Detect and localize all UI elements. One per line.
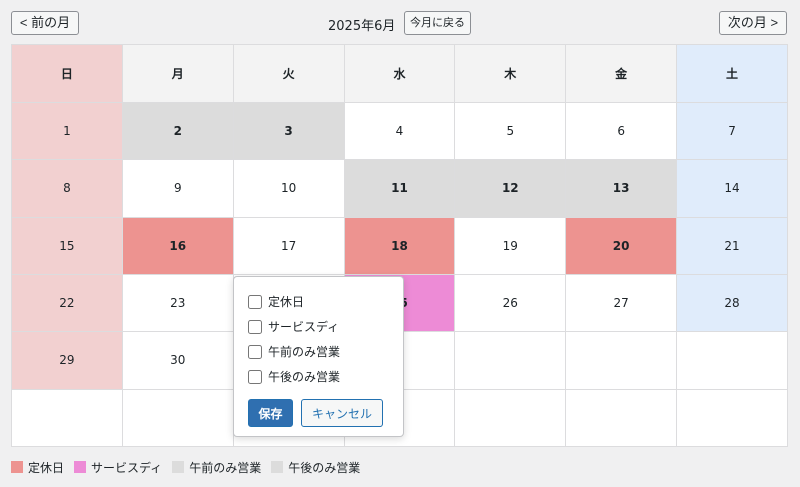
calendar-day-cell[interactable]: 8: [11, 159, 123, 218]
legend-label-closed: 定休日: [28, 460, 65, 475]
legend-label-service-day: サービスディ: [91, 460, 163, 475]
weekday-header-tue: 火: [232, 44, 345, 103]
calendar-toolbar: < 前の月 2025年6月 今月に戻る 次の月 >: [0, 0, 800, 44]
calendar-day-cell[interactable]: 20: [565, 216, 678, 275]
option-service-day-checkbox[interactable]: [248, 319, 262, 334]
legend-swatch-closed: [11, 461, 23, 473]
weekday-header-fri: 金: [565, 44, 678, 103]
option-afternoon-only-label: 午後のみ営業: [268, 370, 341, 384]
option-morning-only-label: 午前のみ営業: [268, 345, 341, 359]
option-morning-only-checkbox[interactable]: [248, 344, 262, 359]
calendar-day-cell[interactable]: 11: [343, 159, 456, 218]
calendar-day-cell[interactable]: 28: [676, 273, 788, 333]
calendar-day-cell[interactable]: 14: [676, 159, 788, 218]
calendar-day-cell[interactable]: 23: [121, 273, 234, 333]
option-afternoon-only-checkbox[interactable]: [248, 369, 262, 384]
calendar-day-cell[interactable]: 26: [454, 273, 567, 333]
today-button[interactable]: 今月に戻る: [404, 11, 471, 35]
calendar-day-cell[interactable]: 16: [121, 216, 234, 275]
calendar-empty-cell: [565, 331, 678, 390]
calendar-day-cell[interactable]: 3: [232, 101, 345, 161]
calendar-day-cell[interactable]: 7: [676, 101, 788, 161]
calendar-empty-cell: [454, 331, 567, 390]
calendar-week-row: 8 9 10 11 12 13 14: [11, 159, 788, 218]
calendar-day-cell[interactable]: 15: [11, 216, 123, 275]
calendar-day-cell[interactable]: 29: [11, 331, 123, 390]
cancel-button[interactable]: キャンセル: [301, 399, 383, 427]
weekday-header-thu: 木: [454, 44, 567, 103]
calendar-day-cell[interactable]: 10: [232, 159, 345, 218]
calendar-day-cell[interactable]: 12: [454, 159, 567, 218]
month-title: 2025年6月: [328, 19, 396, 34]
calendar-day-cell[interactable]: 5: [454, 101, 567, 161]
calendar-day-cell[interactable]: 4: [343, 101, 456, 161]
calendar-day-cell[interactable]: 2: [121, 101, 234, 161]
calendar-day-cell[interactable]: 17: [232, 216, 345, 275]
weekday-header-mon: 月: [121, 44, 234, 103]
calendar-day-cell[interactable]: 27: [565, 273, 678, 333]
calendar-day-cell[interactable]: 30: [121, 331, 234, 390]
option-service-day-label: サービスディ: [268, 320, 340, 334]
legend-item-morning-only: 午前のみ営業: [172, 459, 261, 476]
day-status-popup: 定休日 サービスディ 午前のみ営業 午後のみ営業 保存 キャンセル: [233, 276, 404, 437]
legend: 定休日 サービスディ 午前のみ営業 午後のみ営業: [11, 457, 370, 477]
option-closed[interactable]: 定休日: [248, 289, 389, 314]
calendar-empty-cell: [454, 388, 567, 448]
legend-item-service-day: サービスディ: [74, 459, 162, 476]
calendar-day-cell[interactable]: 13: [565, 159, 678, 218]
option-closed-checkbox[interactable]: [248, 294, 262, 309]
calendar-day-cell[interactable]: 18: [343, 216, 456, 275]
calendar-empty-cell: [565, 388, 678, 448]
legend-swatch-morning-only: [172, 461, 185, 473]
option-closed-label: 定休日: [268, 295, 305, 309]
option-service-day[interactable]: サービスディ: [248, 314, 389, 339]
weekday-header-wed: 水: [343, 44, 456, 103]
calendar-empty-cell: [121, 388, 234, 448]
weekday-header-sun: 日: [11, 44, 123, 103]
legend-item-closed: 定休日: [11, 459, 64, 476]
calendar-week-row: 15 16 17 18 19 20 21: [11, 216, 788, 275]
legend-item-afternoon-only: 午後のみ営業: [271, 459, 360, 476]
legend-label-morning-only: 午前のみ営業: [189, 460, 262, 475]
legend-swatch-service-day: [74, 461, 87, 473]
prev-month-button[interactable]: < 前の月: [11, 11, 79, 35]
legend-swatch-afternoon-only: [271, 461, 284, 473]
calendar-week-row: 1234567: [11, 101, 788, 161]
popup-button-row: 保存 キャンセル: [248, 399, 389, 427]
legend-label-afternoon-only: 午後のみ営業: [288, 460, 361, 475]
weekday-header-row: 日 月 火 水 木 金 土: [11, 44, 788, 103]
calendar-empty-cell: [11, 388, 123, 448]
option-morning-only[interactable]: 午前のみ営業: [248, 339, 389, 364]
calendar-empty-cell: [676, 331, 788, 390]
calendar-day-cell[interactable]: 22: [11, 273, 123, 333]
calendar-day-cell[interactable]: 1: [11, 101, 123, 161]
option-afternoon-only[interactable]: 午後のみ営業: [248, 364, 389, 389]
calendar-day-cell[interactable]: 9: [121, 159, 234, 218]
calendar-day-cell[interactable]: 19: [454, 216, 567, 275]
weekday-header-sat: 土: [676, 44, 788, 103]
calendar-day-cell[interactable]: 21: [676, 216, 788, 275]
calendar-empty-cell: [676, 388, 788, 448]
next-month-button[interactable]: 次の月 >: [719, 11, 787, 35]
calendar-day-cell[interactable]: 6: [565, 101, 678, 161]
save-button[interactable]: 保存: [248, 399, 293, 427]
